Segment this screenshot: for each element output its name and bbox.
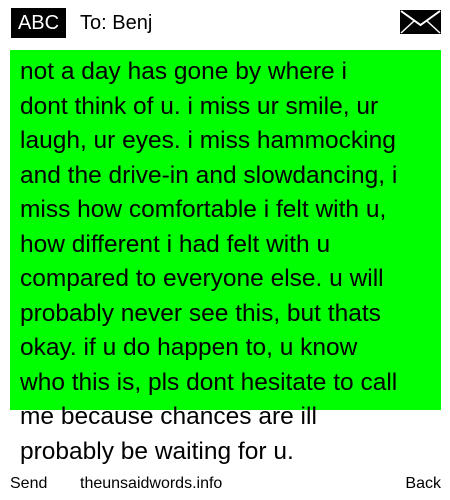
- input-mode-badge[interactable]: ABC: [11, 8, 66, 38]
- message-line: dont think of u. i miss ur smile, ur: [20, 92, 379, 120]
- recipient-label: To: Benj: [80, 12, 153, 34]
- message-line: laugh, ur eyes. i miss hammocking: [20, 127, 396, 154]
- message-body[interactable]: not a day has gone by where i dont think…: [20, 55, 440, 469]
- message-line: me because chances are ill: [20, 403, 317, 430]
- message-line: compared to everyone else. u will: [20, 265, 384, 292]
- send-softkey[interactable]: Send: [10, 472, 47, 496]
- envelope-icon: [400, 10, 441, 34]
- message-line: how different i had felt with u: [20, 230, 331, 258]
- message-line: not a day has gone by where i: [20, 58, 347, 85]
- message-line: probably be waiting for u.: [20, 437, 294, 465]
- softkey-bar: Send theunsaidwords.info Back: [0, 472, 450, 496]
- back-softkey[interactable]: Back: [405, 472, 441, 496]
- message-line: okay. if u do happen to, u know: [20, 334, 358, 361]
- message-line: and the drive-in and slowdancing, i: [20, 161, 398, 189]
- site-label: theunsaidwords.info: [80, 475, 223, 492]
- message-line: probably never see this, but thats: [20, 299, 381, 327]
- message-line: who this is, pls dont hesitate to call: [20, 368, 398, 396]
- message-header: ABC To: Benj: [0, 0, 450, 46]
- message-line: miss how comfortable i felt with u,: [20, 196, 387, 223]
